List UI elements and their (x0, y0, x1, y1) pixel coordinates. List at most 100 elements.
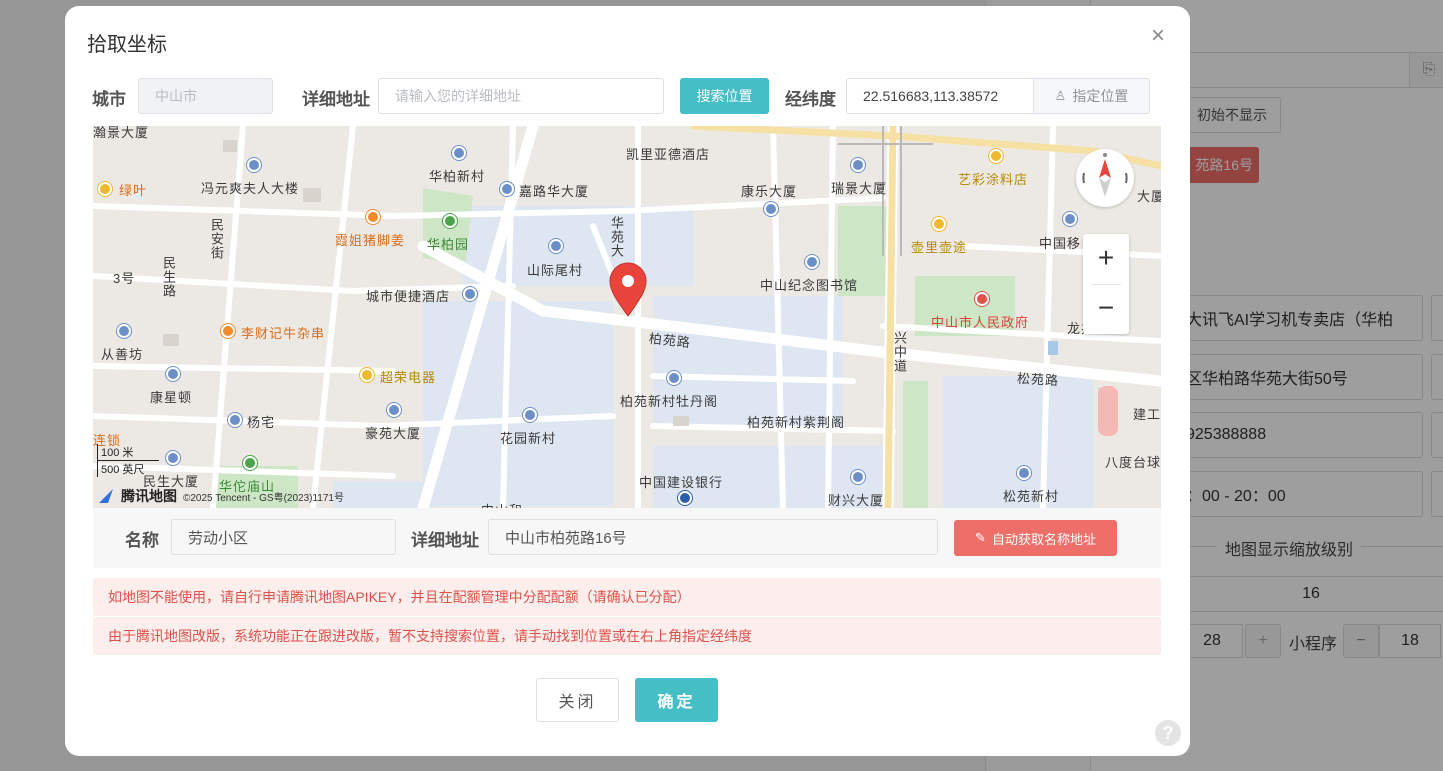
map-label[interactable]: 民生路 (159, 256, 178, 298)
map-label[interactable]: 从善坊 (101, 344, 143, 363)
help-icon[interactable]: ? (1155, 720, 1181, 746)
building-poi-icon[interactable] (523, 408, 537, 422)
city-label: 城市 (92, 90, 126, 109)
bank-poi-icon[interactable] (678, 491, 692, 505)
map-label[interactable]: 华柏新村 (429, 166, 485, 185)
zoom-out-button[interactable]: − (1083, 286, 1129, 330)
map-label[interactable]: 3号 (113, 268, 135, 287)
food-poi-icon[interactable] (366, 210, 380, 224)
map-label[interactable]: 花园新村 (500, 428, 556, 447)
map-label[interactable]: 柏苑新村紫荆阁 (747, 412, 845, 431)
map-label[interactable]: 冯元爽夫人大楼 (201, 178, 299, 197)
map-label[interactable]: 中国移 (1039, 233, 1081, 252)
map-label[interactable]: 松苑新村 (1003, 486, 1059, 505)
map-label[interactable]: 民安街 (207, 218, 226, 260)
latlng-input[interactable]: 22.516683,113.38572 (846, 78, 1034, 114)
shop-poi-icon[interactable] (98, 182, 112, 196)
name-input[interactable]: 劳动小区 (171, 519, 396, 555)
building-poi-icon[interactable] (1017, 466, 1031, 480)
detail-address-input[interactable]: 请输入您的详细地址 (378, 78, 664, 114)
scale-imperial: 500 英尺 (97, 461, 147, 477)
map-label[interactable]: 艺彩涂料店 (958, 169, 1028, 188)
map-label[interactable]: 壶里壶途 (911, 237, 967, 256)
map-label[interactable]: 瑞景大厦 (831, 178, 887, 197)
map-brand: 腾讯地图 ©2025 Tencent - GS粤(2023)1171号 (97, 486, 344, 506)
dialog-title: 拾取坐标 (87, 34, 167, 56)
shop-poi-icon[interactable] (989, 149, 1003, 163)
map-label[interactable]: 杨宅 (247, 412, 275, 431)
map-label[interactable]: 城市便捷酒店 (366, 286, 450, 305)
map-update-alert: 由于腾讯地图改版，系统功能正在跟进改版，暂不支持搜索位置，请手动找到位置或在右上… (93, 617, 1161, 655)
map-label[interactable]: 康星顿 (150, 387, 192, 406)
map-label[interactable]: 中山和 (481, 500, 523, 508)
building-poi-icon[interactable] (667, 371, 681, 385)
hotel-poi-icon[interactable] (463, 287, 477, 301)
map-label[interactable]: 柏苑新村牡丹阁 (620, 391, 718, 410)
map-label[interactable]: 中山市人民政府 (931, 312, 1029, 331)
park-poi-icon[interactable] (243, 456, 257, 470)
zoom-divider (1091, 284, 1121, 285)
building-poi-icon[interactable] (851, 158, 865, 172)
location-marker-icon[interactable] (609, 262, 647, 318)
map-label[interactable]: 建工 (1133, 404, 1161, 423)
government-poi-icon[interactable] (975, 292, 989, 306)
compass-icon (1082, 153, 1128, 197)
map-label[interactable]: 松苑路 (1017, 368, 1060, 389)
map-label[interactable]: 中国建设银行 (639, 472, 723, 491)
building-poi-icon[interactable] (764, 202, 778, 216)
map-label[interactable]: 康乐大厦 (741, 181, 797, 200)
map-label[interactable]: 超荣电器 (380, 367, 436, 386)
tencent-map-logo-icon (99, 489, 113, 503)
assign-location-button[interactable]: ♙ 指定位置 (1033, 78, 1150, 114)
building-poi-icon[interactable] (387, 403, 401, 417)
building-poi-icon[interactable] (500, 182, 514, 196)
building-poi-icon[interactable] (851, 470, 865, 484)
assign-location-label: 指定位置 (1072, 88, 1129, 104)
scale-metric: 100 米 (97, 444, 159, 461)
map-label[interactable]: 华苑大 (607, 216, 626, 258)
map-label[interactable]: 绿叶 (119, 180, 147, 199)
telecom-poi-icon[interactable] (1063, 212, 1077, 226)
map-label[interactable]: 大厦 (1137, 186, 1161, 205)
map-label[interactable]: 财兴大厦 (828, 490, 884, 508)
map-label[interactable]: 华柏园 (427, 234, 469, 253)
city-input[interactable]: 中山市 (138, 78, 273, 114)
confirm-button[interactable]: 确定 (635, 678, 718, 722)
map-label[interactable]: 豪苑大厦 (365, 423, 421, 442)
building-poi-icon[interactable] (228, 413, 242, 427)
building-poi-icon[interactable] (166, 367, 180, 381)
building-poi-icon[interactable] (549, 239, 563, 253)
search-location-button[interactable]: 搜索位置 (680, 78, 769, 114)
library-poi-icon[interactable] (805, 255, 819, 269)
latlng-label: 经纬度 (785, 90, 836, 109)
address-input[interactable]: 中山市柏苑路16号 (488, 519, 938, 555)
map-label[interactable]: 山际尾村 (527, 260, 583, 279)
close-icon[interactable]: × (1148, 24, 1168, 48)
shop-poi-icon[interactable] (932, 217, 946, 231)
map-label[interactable]: 瀚景大厦 (93, 126, 149, 141)
edit-icon: ✎ (975, 530, 986, 545)
detail-address-label: 详细地址 (302, 90, 370, 109)
user-icon: ♙ (1054, 88, 1067, 103)
map-label[interactable]: 八度台球 (1105, 452, 1161, 471)
auto-fetch-button[interactable]: ✎ 自动获取名称地址 (954, 520, 1117, 556)
map-label[interactable]: 霞姐猪脚姜 (335, 230, 405, 249)
map-view[interactable]: 绿叶 冯元爽夫人大楼 华柏新村 嘉路华大厦 凯里亚德酒店 康乐大厦 瑞景大厦 艺… (93, 126, 1161, 508)
park-poi-icon[interactable] (443, 214, 457, 228)
map-label[interactable]: 兴中道 (890, 331, 909, 373)
zoom-control: + − (1083, 234, 1129, 334)
map-label[interactable]: 中山纪念图书馆 (760, 275, 858, 294)
map-label[interactable]: 凯里亚德酒店 (626, 144, 710, 163)
building-poi-icon[interactable] (452, 146, 466, 160)
shop-poi-icon[interactable] (360, 368, 374, 382)
pick-coordinate-dialog: 拾取坐标 × 城市 中山市 详细地址 请输入您的详细地址 搜索位置 经纬度 22… (65, 6, 1190, 756)
close-button[interactable]: 关闭 (536, 678, 619, 722)
map-label[interactable]: 嘉路华大厦 (519, 181, 589, 200)
building-poi-icon[interactable] (247, 158, 261, 172)
building-poi-icon[interactable] (117, 324, 131, 338)
map-label[interactable]: 李财记牛杂串 (241, 323, 325, 342)
building-poi-icon[interactable] (166, 451, 180, 465)
compass-control[interactable] (1076, 149, 1134, 207)
zoom-in-button[interactable]: + (1083, 236, 1129, 280)
food-poi-icon[interactable] (221, 324, 235, 338)
